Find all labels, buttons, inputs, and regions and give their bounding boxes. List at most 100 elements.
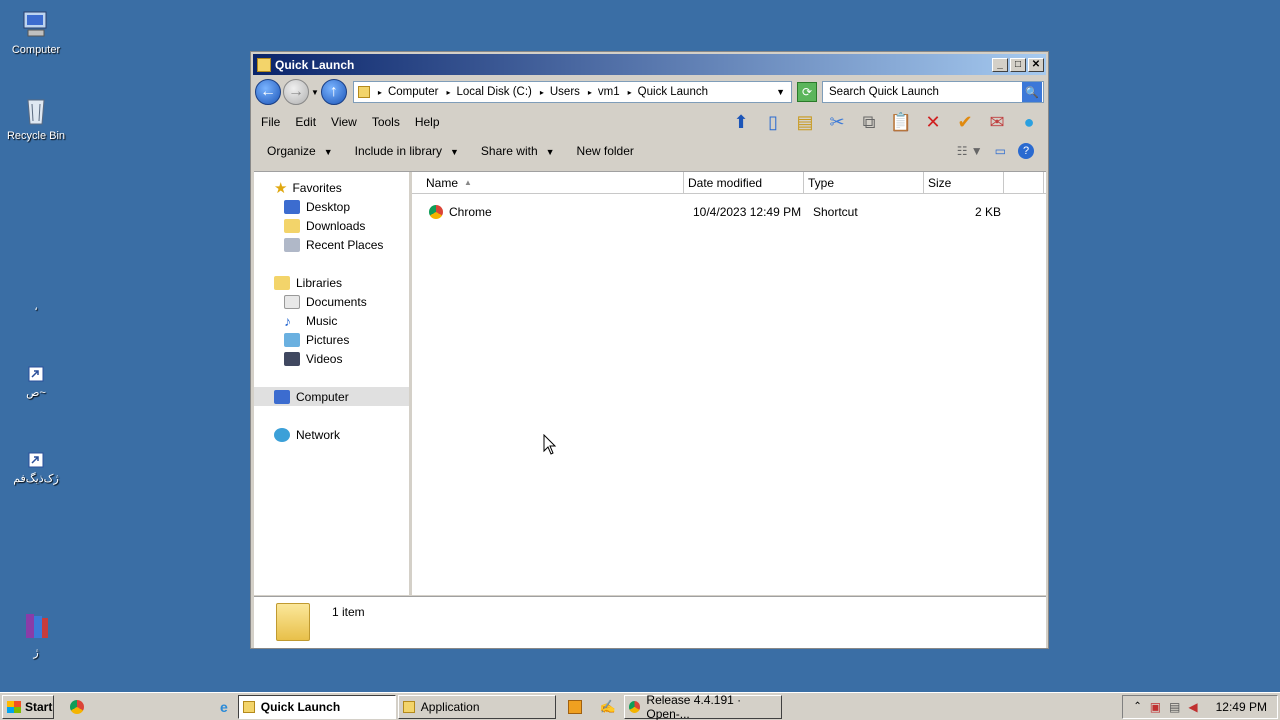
videos-icon — [284, 351, 300, 366]
search-input[interactable]: Search Quick Launch 🔍 — [822, 81, 1044, 103]
nav-computer[interactable]: Computer — [254, 387, 409, 406]
file-date: 10/4/2023 12:49 PM — [693, 205, 802, 219]
desktop-icon-recycle-bin[interactable]: Recycle Bin — [0, 94, 72, 142]
desktop-icon-shortcut-1[interactable]: ص~ — [0, 366, 72, 399]
chrome-icon — [429, 205, 443, 219]
archive-icon — [20, 610, 52, 642]
folder-icon — [402, 700, 415, 713]
system-tray: ⌃ ▣ ▤ ◀ 12:49 PM — [1122, 694, 1278, 719]
breadcrumb-vm1[interactable]: ▸ vm1 — [588, 86, 620, 98]
forward-button[interactable]: → — [283, 79, 309, 105]
chrome-quicklaunch-icon[interactable] — [70, 699, 84, 714]
menu-edit[interactable]: Edit — [295, 115, 316, 129]
nav-downloads[interactable]: Downloads — [254, 216, 409, 235]
back-button[interactable]: ← — [255, 79, 281, 105]
address-bar[interactable]: ▸ Computer ▸ Local Disk (C:) ▸ Users ▸ vm1 ▸… — [352, 81, 792, 103]
show-hidden-icons[interactable]: ⌃ — [1133, 701, 1141, 712]
column-size[interactable]: Size — [924, 172, 1004, 193]
chrome-icon — [628, 700, 641, 713]
properties-icon[interactable]: ✔ — [952, 109, 978, 135]
recent-pages-dropdown[interactable]: ▼ — [311, 88, 319, 97]
task-quick-launch[interactable]: Quick Launch — [237, 694, 396, 719]
column-name[interactable]: Name ▲ — [412, 172, 684, 193]
menu-file[interactable]: File — [261, 115, 280, 129]
folders-pane-icon[interactable]: ▯ — [760, 109, 786, 135]
taskbar: Start e Quick Launch Application ✍ Relea… — [0, 692, 1280, 720]
nav-favorites[interactable]: ★ Favorites — [254, 178, 409, 197]
views-icon[interactable]: ▤ — [792, 109, 818, 135]
preview-pane-icon[interactable]: ▭ — [995, 144, 1006, 158]
desktop-icon-shortcut-2[interactable]: ژک‌ذیگ‌فم — [0, 452, 72, 485]
globe-icon[interactable]: ● — [1016, 109, 1042, 135]
desktop-icon-computer[interactable]: Computer — [0, 8, 72, 56]
menu-view[interactable]: View — [331, 115, 357, 129]
network-icon — [274, 427, 290, 442]
email-icon[interactable]: ✉ — [984, 109, 1010, 135]
menu-help[interactable]: Help — [415, 115, 440, 129]
view-options-icon[interactable]: ☷ ▼ — [957, 144, 983, 158]
display-tray-icon[interactable]: ▤ — [1169, 700, 1180, 714]
menu-bar: File Edit View Tools Help ⬆ ▯ ▤ ✂ ⧉ 📋 ✕ … — [251, 107, 1048, 137]
task-application[interactable]: Application — [397, 694, 556, 719]
folder-icon — [357, 86, 370, 98]
nav-documents[interactable]: Documents — [254, 292, 409, 311]
address-dropdown[interactable]: ▼ — [776, 87, 785, 97]
paste-icon[interactable]: 📋 — [888, 109, 914, 135]
desktop-icon-unnamed[interactable]: ، — [0, 300, 72, 313]
folder-large-icon — [276, 603, 310, 641]
computer-icon — [274, 389, 290, 404]
nav-music[interactable]: ♪ Music — [254, 311, 409, 330]
column-type[interactable]: Type — [804, 172, 924, 193]
search-placeholder: Search Quick Launch — [829, 86, 939, 98]
up-button[interactable]: ↑ — [320, 79, 347, 105]
start-button[interactable]: Start — [2, 694, 54, 719]
details-pane: 1 item — [254, 596, 1046, 648]
network-tray-icon[interactable]: ▣ — [1150, 700, 1161, 714]
pen-icon[interactable]: ✍ — [600, 699, 616, 715]
nav-network[interactable]: Network — [254, 425, 409, 444]
task-release[interactable]: Release 4.4.191 · Open-... — [623, 693, 782, 720]
nav-libraries[interactable]: Libraries — [254, 273, 409, 292]
breadcrumb-computer[interactable]: ▸ Computer — [378, 86, 439, 98]
computer-icon — [20, 8, 52, 40]
share-with-button[interactable]: Share with ▼ — [481, 144, 555, 158]
help-icon[interactable]: ? — [1018, 143, 1034, 159]
close-button[interactable]: ✕ — [1028, 57, 1044, 72]
sort-ascending-icon: ▲ — [464, 178, 472, 187]
clock[interactable]: 12:49 PM — [1216, 700, 1267, 714]
title-bar[interactable]: Quick Launch _ □ ✕ — [253, 54, 1046, 75]
media-icon[interactable] — [567, 699, 582, 714]
up-folder-icon[interactable]: ⬆ — [728, 109, 754, 135]
recent-places-icon — [284, 237, 300, 252]
menu-tools[interactable]: Tools — [372, 115, 400, 129]
include-in-library-button[interactable]: Include in library ▼ — [355, 144, 459, 158]
minimize-button[interactable]: _ — [992, 57, 1008, 72]
desktop-icon-winrar[interactable]: ژ — [0, 610, 72, 659]
desktop-icon-label: ، — [34, 301, 38, 313]
desktop-icon-label: Computer — [11, 44, 61, 56]
breadcrumb-local-disk[interactable]: ▸ Local Disk (C:) — [446, 86, 531, 98]
nav-recent-places[interactable]: Recent Places — [254, 235, 409, 254]
command-bar: Organize ▼ Include in library ▼ Share with… — [251, 137, 1048, 165]
search-icon[interactable]: 🔍 — [1022, 82, 1042, 102]
nav-videos[interactable]: Videos — [254, 349, 409, 368]
breadcrumb-quick-launch[interactable]: ▸ Quick Launch — [628, 86, 708, 98]
delete-icon[interactable]: ✕ — [920, 109, 946, 135]
volume-tray-icon[interactable]: ◀ — [1188, 700, 1197, 714]
desktop-icon-label: ص~ — [26, 387, 46, 399]
copy-icon[interactable]: ⧉ — [856, 109, 882, 135]
libraries-icon — [274, 275, 290, 290]
column-extra[interactable] — [1004, 172, 1044, 193]
nav-desktop[interactable]: Desktop — [254, 197, 409, 216]
column-date-modified[interactable]: Date modified — [684, 172, 804, 193]
refresh-icon[interactable]: ⟳ — [797, 82, 817, 102]
table-row[interactable]: Chrome 10/4/2023 12:49 PM Shortcut 2 KB — [412, 202, 1046, 222]
breadcrumb-users[interactable]: ▸ Users — [540, 86, 580, 98]
cut-icon[interactable]: ✂ — [824, 109, 850, 135]
organize-button[interactable]: Organize ▼ — [267, 144, 333, 158]
new-folder-button[interactable]: New folder — [577, 144, 634, 158]
maximize-button[interactable]: □ — [1010, 57, 1026, 72]
desktop-icon-label: ژ — [33, 647, 39, 659]
nav-pictures[interactable]: Pictures — [254, 330, 409, 349]
ie-quicklaunch-icon[interactable]: e — [220, 699, 228, 715]
